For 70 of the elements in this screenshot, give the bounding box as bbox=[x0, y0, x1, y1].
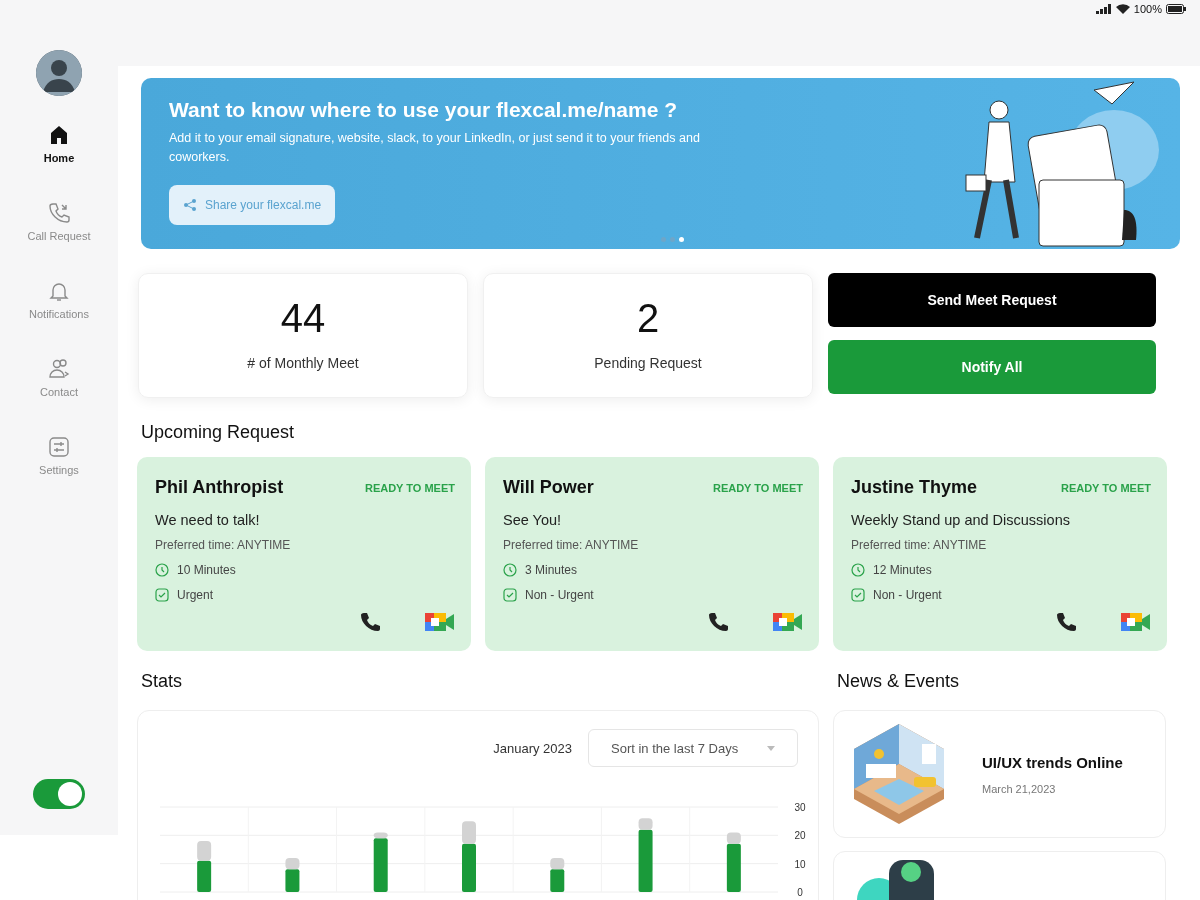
banner-title: Want to know where to use your flexcal.me/name ? bbox=[169, 98, 678, 122]
status-label: READY TO MEET bbox=[712, 481, 803, 494]
preferred-time: Preferred time: ANYTIME bbox=[503, 538, 640, 552]
duration: 10 Minutes bbox=[177, 563, 236, 577]
phone-icon[interactable] bbox=[707, 611, 729, 633]
settings-icon bbox=[48, 436, 70, 458]
avatar[interactable] bbox=[36, 50, 82, 96]
request-card[interactable]: Phil Anthropist READY TO MEET We need to talk! Preferred time: ANYTIME 10 Minutes Urgent bbox=[137, 457, 471, 651]
preferred-time: Preferred time: ANYTIME bbox=[155, 538, 292, 552]
action-button[interactable]: Notify All bbox=[828, 340, 1156, 394]
checkbox-icon bbox=[503, 588, 517, 602]
video-camera-icon[interactable] bbox=[773, 611, 803, 633]
pager-dot[interactable] bbox=[660, 237, 666, 242]
duration: 3 Minutes bbox=[525, 563, 578, 577]
priority: Non - Urgent bbox=[525, 588, 594, 602]
status-label: READY TO MEET bbox=[364, 481, 455, 494]
caret-icon bbox=[767, 745, 775, 751]
home-icon bbox=[48, 124, 70, 146]
request-message: We need to talk! bbox=[155, 512, 261, 528]
video-camera-icon[interactable] bbox=[425, 611, 455, 633]
stat-value: 44 bbox=[280, 296, 326, 341]
stat-value: 2 bbox=[636, 296, 660, 341]
phone-icon bbox=[48, 202, 70, 224]
status-label: READY TO MEET bbox=[1060, 481, 1151, 494]
sort-dropdown[interactable]: Sort in the last 7 Days bbox=[588, 729, 798, 767]
tick-label: 30 bbox=[794, 802, 806, 813]
request-card[interactable]: Will Power READY TO MEET See You! Preferred time: ANYTIME 3 Minutes Non - Urgent bbox=[485, 457, 819, 651]
contacts-icon bbox=[48, 358, 70, 380]
priority: Non - Urgent bbox=[873, 588, 942, 602]
checkbox-icon bbox=[851, 588, 865, 602]
phone-icon[interactable] bbox=[359, 611, 381, 633]
nav-item[interactable]: Home bbox=[27, 124, 91, 202]
duration: 12 Minutes bbox=[873, 563, 932, 577]
tick-label: 0 bbox=[797, 887, 803, 898]
section-title: News & Events bbox=[837, 671, 961, 692]
clock-icon bbox=[503, 563, 517, 577]
requester-name: Will Power bbox=[503, 477, 594, 498]
news-card[interactable]: UI/UX trends Online March 21,2023 bbox=[833, 710, 1166, 838]
request-message: Weekly Stand up and Discussions bbox=[851, 512, 1071, 528]
clock-icon bbox=[155, 563, 169, 577]
section-title: Upcoming Request bbox=[141, 422, 296, 443]
share-icon bbox=[183, 198, 197, 212]
pager-dot[interactable] bbox=[669, 237, 675, 242]
tick-label: 20 bbox=[794, 830, 806, 842]
action-button[interactable]: Send Meet Request bbox=[828, 273, 1156, 327]
phone-icon[interactable] bbox=[1055, 611, 1077, 633]
banner-text: Add it to your email signature, website, slack, to your LinkedIn, or just send it to your friends and coworkers. bbox=[169, 130, 701, 166]
signal-icon bbox=[1095, 4, 1112, 14]
pager-dot[interactable] bbox=[678, 237, 684, 242]
battery-icon bbox=[1166, 4, 1186, 14]
stat-label: # of Monthly Meet bbox=[247, 355, 359, 371]
news-date: March 21,2023 bbox=[982, 782, 1057, 795]
request-message: See You! bbox=[503, 512, 563, 528]
tick-label: 10 bbox=[794, 858, 806, 870]
preferred-time: Preferred time: ANYTIME bbox=[851, 538, 988, 552]
clock-icon bbox=[851, 563, 865, 577]
month-label: January 2023 bbox=[493, 740, 572, 756]
battery-level: 100% bbox=[1133, 3, 1162, 15]
request-card[interactable]: Justine Thyme READY TO MEET Weekly Stand up and Discussions Preferred time: ANYTIME 12 Minutes Non - Urgent bbox=[833, 457, 1167, 651]
requester-name: Justine Thyme bbox=[851, 477, 978, 498]
video-camera-icon[interactable] bbox=[1121, 611, 1151, 633]
stat-label: Pending Request bbox=[594, 355, 702, 371]
toggle-switch[interactable] bbox=[33, 779, 85, 809]
requester-name: Phil Anthropist bbox=[155, 477, 284, 498]
wifi-icon bbox=[1115, 4, 1130, 14]
news-title: UI/UX trends Online bbox=[982, 753, 1123, 771]
priority: Urgent bbox=[177, 588, 214, 602]
bell-icon bbox=[48, 280, 70, 302]
section-title: Stats bbox=[141, 671, 184, 692]
checkbox-icon bbox=[155, 588, 169, 602]
